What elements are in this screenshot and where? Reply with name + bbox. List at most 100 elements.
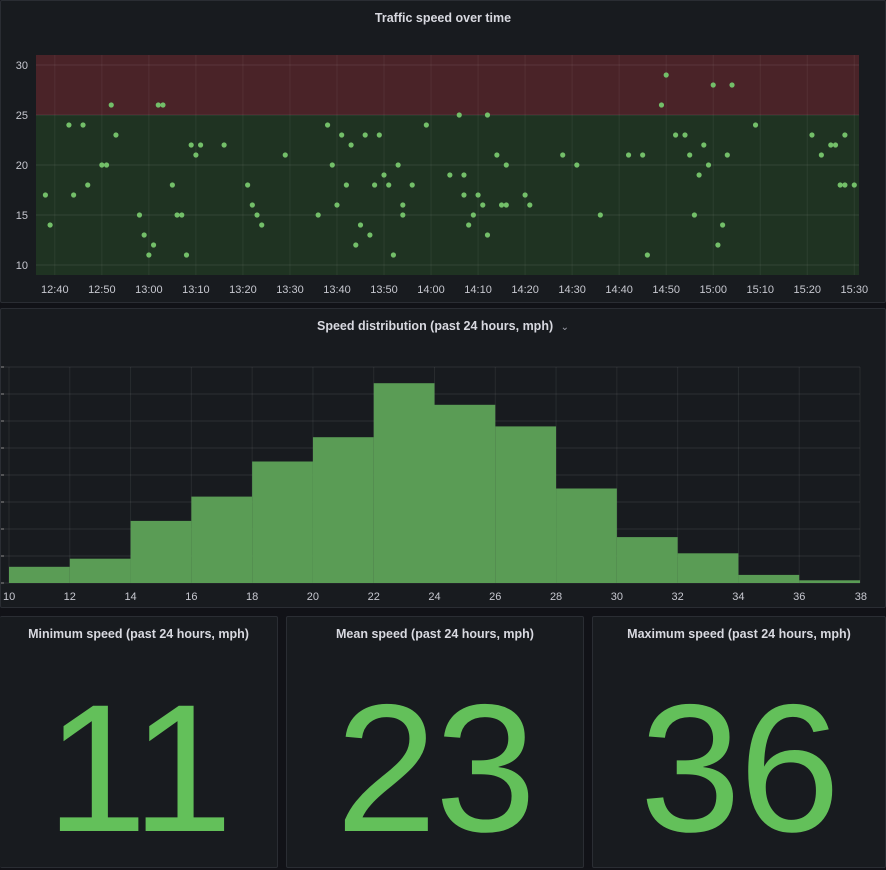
x-tick-label: 14:20 (511, 284, 539, 296)
data-point (809, 132, 815, 138)
data-point (503, 202, 509, 208)
y-tick-label: 20 (16, 160, 28, 172)
x-tick-label: 16 (185, 591, 197, 603)
data-point (141, 232, 147, 238)
data-point (174, 212, 180, 218)
min-speed-title[interactable]: Minimum speed (past 24 hours, mph) (0, 627, 277, 641)
data-point (498, 202, 505, 208)
data-point (456, 112, 462, 118)
data-point (461, 172, 467, 178)
data-point (367, 232, 373, 238)
data-point (527, 202, 533, 208)
min-speed-value: 11 (46, 666, 233, 870)
data-point (99, 162, 105, 168)
mean-speed-value: 23 (335, 666, 536, 870)
data-point (597, 212, 603, 218)
x-tick-label: 13:30 (276, 284, 304, 296)
x-tick-label: 24 (428, 591, 440, 603)
data-point (832, 142, 839, 148)
data-point (146, 252, 152, 258)
data-point (503, 162, 509, 168)
x-tick-label: 36 (793, 591, 805, 603)
x-tick-label: 14 (124, 591, 136, 603)
data-point (179, 212, 185, 218)
histogram-bar (252, 461, 313, 583)
data-point (842, 132, 848, 138)
data-point (160, 102, 166, 108)
x-tick-label: 13:40 (323, 284, 351, 296)
x-tick-label: 30 (611, 591, 623, 603)
data-point (729, 82, 735, 88)
data-point (108, 102, 114, 108)
data-point (193, 152, 199, 158)
histogram-bar (312, 437, 374, 583)
data-point (353, 242, 359, 248)
data-point (71, 192, 77, 198)
histogram-bar (191, 496, 253, 583)
y-tick-label: 25 (16, 110, 28, 122)
x-tick-label: 15:20 (794, 284, 822, 296)
x-tick-label: 32 (672, 591, 684, 603)
mean-speed-title[interactable]: Mean speed (past 24 hours, mph) (287, 627, 583, 641)
histogram-panel[interactable]: Speed distribution (past 24 hours, mph) … (0, 308, 886, 608)
data-point (691, 212, 698, 218)
x-tick-label: 14:40 (605, 284, 633, 296)
histogram-bar (556, 488, 617, 583)
min-speed-panel[interactable]: Minimum speed (past 24 hours, mph) 11 (0, 616, 278, 868)
data-point (339, 132, 345, 138)
histogram-bar (738, 574, 800, 583)
data-point (851, 182, 857, 188)
data-point (423, 122, 429, 128)
data-point (254, 212, 260, 218)
data-point (113, 132, 119, 138)
data-point (480, 202, 486, 208)
data-point (818, 152, 824, 158)
data-point (245, 182, 251, 188)
histogram-bar (373, 383, 435, 583)
data-point (687, 152, 693, 158)
data-point (47, 222, 53, 228)
max-speed-title[interactable]: Maximum speed (past 24 hours, mph) (593, 627, 885, 641)
data-point (150, 242, 157, 248)
data-point (560, 152, 566, 158)
data-point (682, 132, 688, 138)
data-point (362, 132, 368, 138)
histogram-bar (434, 404, 496, 583)
histogram-bar (495, 426, 557, 583)
x-tick-label: 10 (3, 591, 15, 603)
data-point (357, 222, 364, 228)
data-point (348, 142, 354, 148)
data-point (625, 152, 632, 158)
data-point (447, 172, 453, 178)
data-point (837, 182, 843, 188)
data-point (198, 142, 204, 148)
x-tick-label: 12:50 (88, 284, 116, 296)
data-point (381, 172, 387, 178)
data-point (282, 152, 288, 158)
data-point (390, 252, 397, 258)
mean-speed-panel[interactable]: Mean speed (past 24 hours, mph) 23 (286, 616, 584, 868)
data-point (85, 182, 91, 188)
max-speed-panel[interactable]: Maximum speed (past 24 hours, mph) 36 (592, 616, 886, 868)
data-point (80, 122, 86, 128)
x-tick-label: 13:10 (182, 284, 210, 296)
x-tick-label: 38 (855, 591, 867, 603)
histogram-bar (9, 566, 70, 583)
y-tick-label: 10 (16, 260, 28, 272)
x-tick-label: 15:30 (841, 284, 869, 296)
x-tick-label: 20 (307, 591, 319, 603)
data-point (466, 222, 472, 228)
data-point (842, 182, 848, 188)
data-point (400, 212, 406, 218)
data-point (249, 202, 255, 208)
data-point (409, 182, 415, 188)
x-tick-label: 13:20 (229, 284, 257, 296)
x-tick-label: 14:00 (417, 284, 445, 296)
x-tick-label: 15:10 (746, 284, 774, 296)
data-point (720, 222, 726, 228)
histogram-bar (69, 558, 131, 583)
data-point (522, 192, 528, 198)
data-point (324, 122, 331, 128)
scatter-panel[interactable]: Traffic speed over time 10 15 20 25 30 12:40 1… (0, 0, 886, 303)
y-tick-label: 30 (16, 60, 28, 72)
